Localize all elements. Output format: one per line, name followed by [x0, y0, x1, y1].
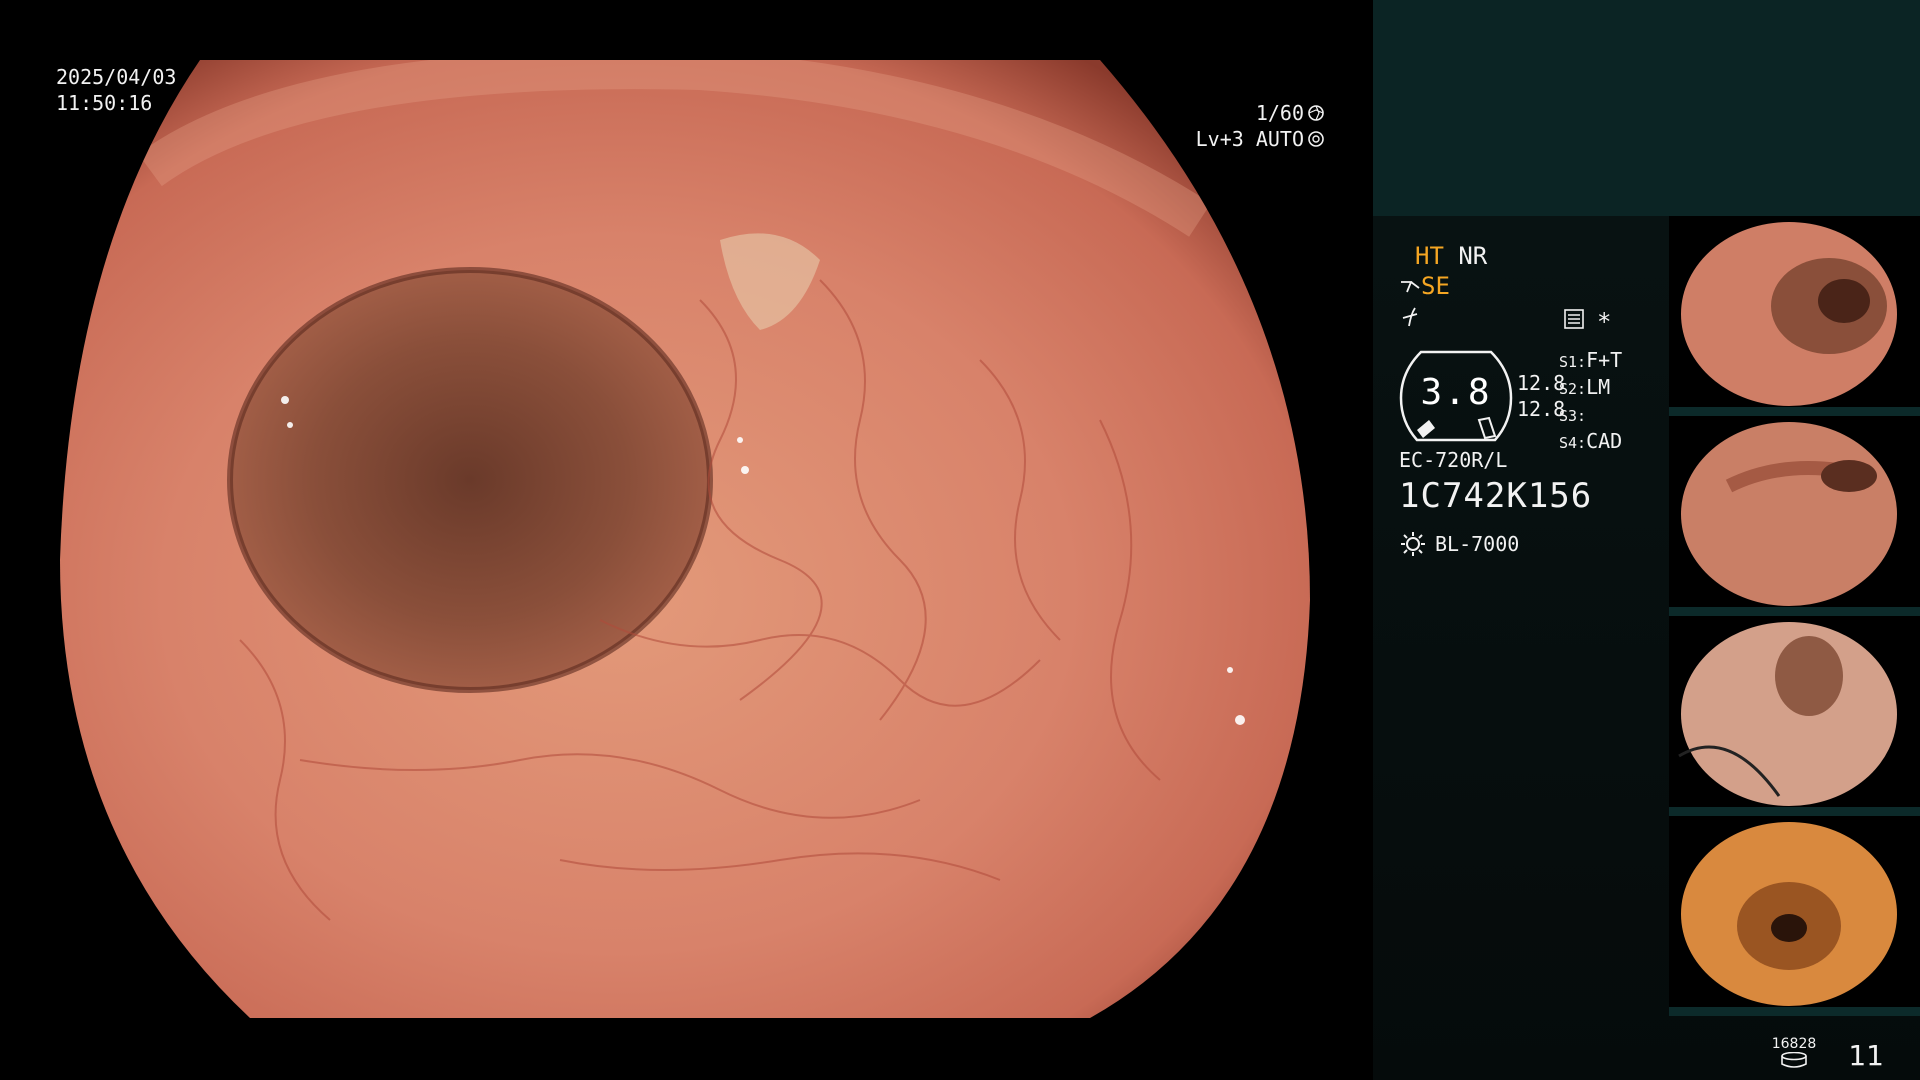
panel-header-block	[1373, 0, 1920, 216]
light-source-label: BL-7000	[1435, 532, 1520, 556]
slot-4: S4:CAD	[1559, 429, 1623, 453]
settings-icon	[1564, 309, 1584, 329]
light-source: BL-7000	[1399, 530, 1519, 558]
slot-3: S3:	[1559, 407, 1587, 425]
thumbnail-1[interactable]	[1669, 216, 1920, 416]
freeze-line	[1399, 306, 1421, 334]
info-panel: HT NR SE * 3.8 12.8 12.8 S1:F+T S2:LM S3…	[1373, 0, 1920, 1080]
exposure-overlay: 1/60 Lv+3 AUTO	[1196, 100, 1325, 152]
switch-slots: S1:F+T S2:LM S3: S4:CAD	[1559, 348, 1622, 456]
image-index: 11	[1848, 1039, 1884, 1072]
date-time-overlay: 2025/04/03 11:50:16	[56, 64, 176, 116]
thumbnail-4[interactable]	[1669, 816, 1920, 1016]
endoscope-view: 2025/04/03 11:50:16 1/60 Lv+3 AUTO	[0, 0, 1373, 1080]
thumbnail-2-bar	[1669, 607, 1920, 616]
scope-model: EC-720R/L	[1399, 448, 1508, 472]
thumbnail-3-bar	[1669, 807, 1920, 816]
scope-serial: 1C742K156	[1399, 476, 1593, 516]
slot-2: S2:LM	[1559, 375, 1611, 399]
zoom-numbers: 12.8 12.8	[1517, 370, 1565, 422]
thumbnail-4-bar	[1669, 1007, 1920, 1016]
asterisk-icon: *	[1597, 308, 1612, 336]
scope-icon	[1401, 281, 1420, 293]
zoom-value: 3.8	[1420, 372, 1492, 413]
freeze-icon	[1402, 307, 1418, 327]
thumbnail-3[interactable]	[1669, 616, 1920, 816]
thumbnail-2[interactable]	[1669, 416, 1920, 616]
shutter-speed-text: 1/60	[1255, 101, 1304, 125]
zoom-number-1: 12.8	[1517, 371, 1566, 395]
mode-ht: HT	[1415, 242, 1444, 270]
mode-nr: NR	[1458, 242, 1488, 270]
endoscopic-image	[60, 60, 1310, 1018]
se-mode-line: SE	[1399, 272, 1450, 300]
zoom-number-2: 12.8	[1517, 397, 1566, 421]
store-count: 16828	[1771, 1036, 1817, 1052]
storage-icon	[1781, 1052, 1807, 1068]
thumbnail-strip	[1669, 216, 1920, 1016]
image-mode-line: HT NR	[1415, 242, 1487, 270]
shutter-icon	[1308, 105, 1324, 121]
zoom-gauge: 3.8	[1399, 350, 1513, 442]
auto-iris-icon	[1308, 131, 1324, 147]
mode-se: SE	[1421, 272, 1450, 300]
light-icon	[1401, 532, 1425, 556]
thumbnail-1-bar	[1669, 407, 1920, 416]
date-text: 2025/04/03	[56, 65, 177, 89]
light-level-text: Lv+3 AUTO	[1195, 127, 1304, 151]
slot-1: S1:F+T	[1559, 348, 1623, 372]
time-text: 11:50:16	[56, 91, 153, 115]
